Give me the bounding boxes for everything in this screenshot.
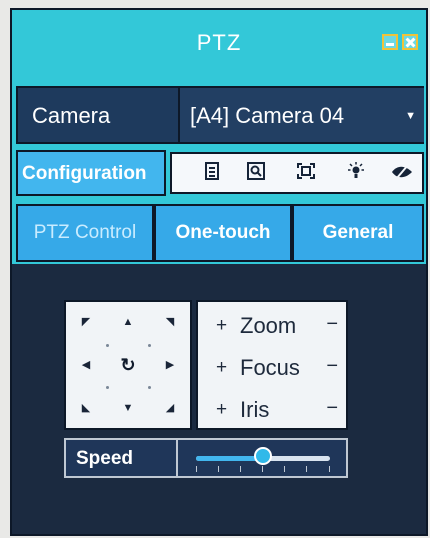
pad-dot [106,386,109,389]
focus-label: Focus [240,355,300,380]
camera-value: [A4] Camera 04 [190,103,345,128]
iris-row: + Iris − [198,388,346,430]
speed-label: Speed [76,448,134,469]
pan-down-left-button[interactable]: ◣ [66,388,106,428]
iris-close-button[interactable]: − [326,397,338,420]
zoom-row: + Zoom − [198,304,346,346]
zoom-label: Zoom [240,313,297,338]
tick [218,466,219,472]
close-button[interactable] [402,34,418,50]
iris-open-button[interactable]: + [216,399,227,421]
preset-list-icon[interactable] [198,162,226,184]
wiper-icon[interactable] [388,162,416,184]
speed-slider-fill [196,456,263,461]
tick [196,466,197,472]
pan-up-left-button[interactable]: ◤ [66,302,106,342]
tab-ptz-control[interactable]: PTZ Control [16,204,154,262]
direction-pad: ◤ ▲ ◥ ◀ ↻ ▶ ◣ ▼ ◢ [64,300,192,430]
lens-adjust-panel: + Zoom − + Focus − + Iris − [196,300,348,430]
camera-row: Camera [A4] Camera 04 ▼ [16,86,424,144]
pan-right-button[interactable]: ▶ [150,345,190,385]
minimize-button[interactable] [382,34,398,50]
configuration-button[interactable]: Configuration [16,150,166,196]
tick [329,466,330,472]
tick [306,466,307,472]
auto-scan-icon[interactable]: ↻ [108,345,148,385]
zoom-in-button[interactable]: + [216,315,227,337]
pan-down-button[interactable]: ▼ [108,388,148,428]
focus-out-button[interactable]: − [326,355,338,378]
chevron-down-icon: ▼ [405,110,416,122]
tick [240,466,241,472]
pan-up-button[interactable]: ▲ [108,302,148,342]
speed-ticks [196,466,330,472]
title-bar: PTZ [12,10,426,78]
tab-general[interactable]: General [292,204,424,262]
tab-one-touch[interactable]: One-touch [154,204,292,262]
speed-slider-thumb[interactable] [254,447,272,465]
tab-bar: PTZ Control One-touch General [16,204,424,262]
toolbar [170,152,424,194]
speed-control: Speed [64,438,348,478]
pad-dot [106,344,109,347]
zoom-out-button[interactable]: − [326,313,338,336]
configuration-label: Configuration [22,163,147,184]
pan-up-right-button[interactable]: ◥ [150,302,190,342]
pan-left-button[interactable]: ◀ [66,345,106,385]
camera-label: Camera [32,103,111,128]
pad-dot [148,344,151,347]
window-title: PTZ [196,30,242,55]
search-icon[interactable] [242,162,270,184]
camera-select[interactable]: [A4] Camera 04 ▼ [178,88,424,142]
focus-in-button[interactable]: + [216,357,227,379]
iris-label: Iris [240,397,270,422]
divider [176,440,178,476]
configuration-row: Configuration [16,150,424,196]
tick [262,466,263,472]
focus-row: + Focus − [198,346,346,388]
pad-dot [148,386,151,389]
pan-down-right-button[interactable]: ◢ [150,388,190,428]
light-icon[interactable] [342,162,370,184]
tick [284,466,285,472]
fullscreen-icon[interactable] [292,162,320,184]
